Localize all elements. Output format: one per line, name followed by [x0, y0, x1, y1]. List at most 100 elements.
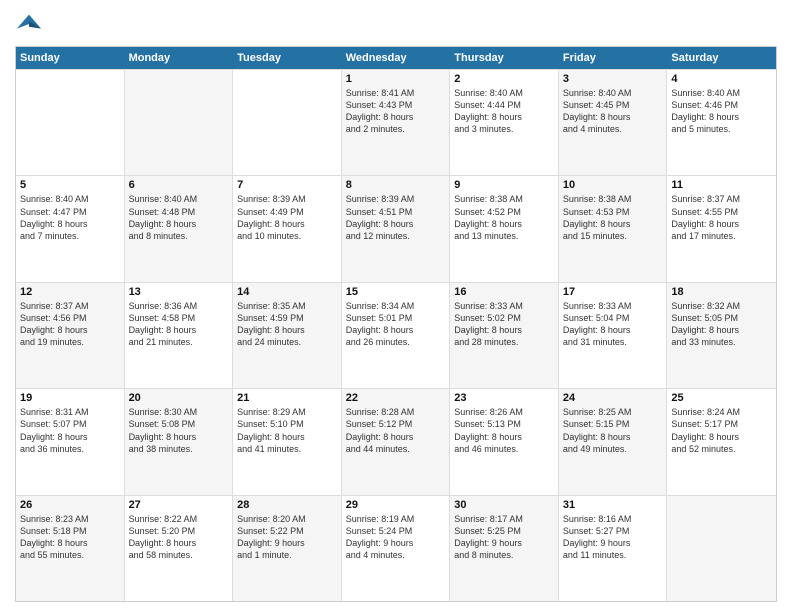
cell-info-line: Daylight: 8 hours: [563, 324, 663, 336]
cell-info-line: and 28 minutes.: [454, 336, 554, 348]
day-number: 16: [454, 286, 554, 298]
cell-info-line: Daylight: 8 hours: [563, 111, 663, 123]
cell-info-line: Sunrise: 8:32 AM: [671, 300, 772, 312]
cell-info-line: Daylight: 9 hours: [454, 537, 554, 549]
cal-cell: 31Sunrise: 8:16 AMSunset: 5:27 PMDayligh…: [559, 496, 668, 601]
cell-info-line: Daylight: 8 hours: [671, 431, 772, 443]
cell-info-line: Sunset: 4:49 PM: [237, 206, 337, 218]
day-number: 30: [454, 499, 554, 511]
cell-info-line: and 10 minutes.: [237, 230, 337, 242]
cell-info-line: Daylight: 9 hours: [346, 537, 446, 549]
cal-cell: 23Sunrise: 8:26 AMSunset: 5:13 PMDayligh…: [450, 389, 559, 494]
cell-info-line: and 33 minutes.: [671, 336, 772, 348]
calendar-row-1: 5Sunrise: 8:40 AMSunset: 4:47 PMDaylight…: [16, 175, 776, 281]
cal-cell: 27Sunrise: 8:22 AMSunset: 5:20 PMDayligh…: [125, 496, 234, 601]
cal-cell: [667, 496, 776, 601]
logo: [15, 10, 47, 38]
day-number: 8: [346, 179, 446, 191]
cell-info-line: Daylight: 8 hours: [346, 431, 446, 443]
day-number: 27: [129, 499, 229, 511]
cell-info-line: Sunset: 5:08 PM: [129, 418, 229, 430]
day-number: 25: [671, 392, 772, 404]
cell-info-line: Sunset: 4:48 PM: [129, 206, 229, 218]
day-number: 14: [237, 286, 337, 298]
cell-info-line: Sunrise: 8:29 AM: [237, 406, 337, 418]
cal-cell: 16Sunrise: 8:33 AMSunset: 5:02 PMDayligh…: [450, 283, 559, 388]
cal-cell: 2Sunrise: 8:40 AMSunset: 4:44 PMDaylight…: [450, 70, 559, 175]
cell-info-line: and 44 minutes.: [346, 443, 446, 455]
cal-cell: 24Sunrise: 8:25 AMSunset: 5:15 PMDayligh…: [559, 389, 668, 494]
cal-cell: 18Sunrise: 8:32 AMSunset: 5:05 PMDayligh…: [667, 283, 776, 388]
cell-info-line: and 58 minutes.: [129, 549, 229, 561]
calendar-row-4: 26Sunrise: 8:23 AMSunset: 5:18 PMDayligh…: [16, 495, 776, 601]
header-day-saturday: Saturday: [667, 47, 776, 69]
cell-info-line: and 4 minutes.: [346, 549, 446, 561]
cell-info-line: Sunset: 4:43 PM: [346, 99, 446, 111]
cell-info-line: Daylight: 8 hours: [129, 537, 229, 549]
day-number: 17: [563, 286, 663, 298]
cal-cell: 7Sunrise: 8:39 AMSunset: 4:49 PMDaylight…: [233, 176, 342, 281]
cal-cell: 15Sunrise: 8:34 AMSunset: 5:01 PMDayligh…: [342, 283, 451, 388]
day-number: 21: [237, 392, 337, 404]
cell-info-line: and 5 minutes.: [671, 123, 772, 135]
header-day-thursday: Thursday: [450, 47, 559, 69]
cell-info-line: Sunrise: 8:33 AM: [454, 300, 554, 312]
day-number: 13: [129, 286, 229, 298]
cell-info-line: Sunset: 4:55 PM: [671, 206, 772, 218]
cell-info-line: Daylight: 8 hours: [454, 218, 554, 230]
cell-info-line: and 52 minutes.: [671, 443, 772, 455]
cal-cell: 13Sunrise: 8:36 AMSunset: 4:58 PMDayligh…: [125, 283, 234, 388]
cell-info-line: and 41 minutes.: [237, 443, 337, 455]
cell-info-line: Sunset: 4:53 PM: [563, 206, 663, 218]
header-day-sunday: Sunday: [16, 47, 125, 69]
cell-info-line: Daylight: 8 hours: [454, 111, 554, 123]
cell-info-line: and 36 minutes.: [20, 443, 120, 455]
cell-info-line: Sunrise: 8:35 AM: [237, 300, 337, 312]
cell-info-line: and 17 minutes.: [671, 230, 772, 242]
cell-info-line: Daylight: 8 hours: [346, 111, 446, 123]
cell-info-line: Sunrise: 8:37 AM: [20, 300, 120, 312]
cell-info-line: Sunrise: 8:39 AM: [346, 193, 446, 205]
cell-info-line: Daylight: 8 hours: [671, 218, 772, 230]
day-number: 3: [563, 73, 663, 85]
cell-info-line: and 13 minutes.: [454, 230, 554, 242]
cell-info-line: Daylight: 9 hours: [563, 537, 663, 549]
cell-info-line: and 8 minutes.: [454, 549, 554, 561]
cell-info-line: and 12 minutes.: [346, 230, 446, 242]
cell-info-line: Sunrise: 8:34 AM: [346, 300, 446, 312]
cell-info-line: Sunset: 5:15 PM: [563, 418, 663, 430]
header-day-monday: Monday: [125, 47, 234, 69]
cal-cell: 1Sunrise: 8:41 AMSunset: 4:43 PMDaylight…: [342, 70, 451, 175]
cell-info-line: Sunrise: 8:37 AM: [671, 193, 772, 205]
cal-cell: 17Sunrise: 8:33 AMSunset: 5:04 PMDayligh…: [559, 283, 668, 388]
cal-cell: 14 Sunrise: 8:35 AMSunset: 4:59 PMDayligh…: [233, 283, 342, 388]
day-number: 6: [129, 179, 229, 191]
cal-cell: 28Sunrise: 8:20 AMSunset: 5:22 PMDayligh…: [233, 496, 342, 601]
cell-info-line: Daylight: 8 hours: [454, 324, 554, 336]
cal-cell: 5Sunrise: 8:40 AMSunset: 4:47 PMDaylight…: [16, 176, 125, 281]
cell-info-line: Sunset: 5:05 PM: [671, 312, 772, 324]
cal-cell: 26Sunrise: 8:23 AMSunset: 5:18 PMDayligh…: [16, 496, 125, 601]
cell-info-line: Sunset: 5:12 PM: [346, 418, 446, 430]
cell-info-line: Daylight: 8 hours: [129, 431, 229, 443]
cell-info-line: Sunset: 5:22 PM: [237, 525, 337, 537]
day-number: 10: [563, 179, 663, 191]
cal-cell: 21Sunrise: 8:29 AMSunset: 5:10 PMDayligh…: [233, 389, 342, 494]
cell-info-line: Sunset: 4:51 PM: [346, 206, 446, 218]
cell-info-line: Sunrise: 8:25 AM: [563, 406, 663, 418]
calendar-header: SundayMondayTuesdayWednesdayThursdayFrid…: [16, 47, 776, 69]
cell-info-line: Sunset: 5:27 PM: [563, 525, 663, 537]
cell-info-line: Daylight: 8 hours: [237, 324, 337, 336]
cell-info-line: Sunset: 5:07 PM: [20, 418, 120, 430]
cell-info-line: Sunset: 4:59 PM: [237, 312, 337, 324]
cal-cell: 30Sunrise: 8:17 AMSunset: 5:25 PMDayligh…: [450, 496, 559, 601]
cell-info-line: Sunset: 5:24 PM: [346, 525, 446, 537]
day-number: 26: [20, 499, 120, 511]
day-number: 22: [346, 392, 446, 404]
cell-info-line: Daylight: 9 hours: [237, 537, 337, 549]
cell-info-line: Daylight: 8 hours: [20, 537, 120, 549]
cell-info-line: Sunset: 4:52 PM: [454, 206, 554, 218]
day-number: 9: [454, 179, 554, 191]
cal-cell: 29Sunrise: 8:19 AMSunset: 5:24 PMDayligh…: [342, 496, 451, 601]
cell-info-line: Sunrise: 8:40 AM: [20, 193, 120, 205]
